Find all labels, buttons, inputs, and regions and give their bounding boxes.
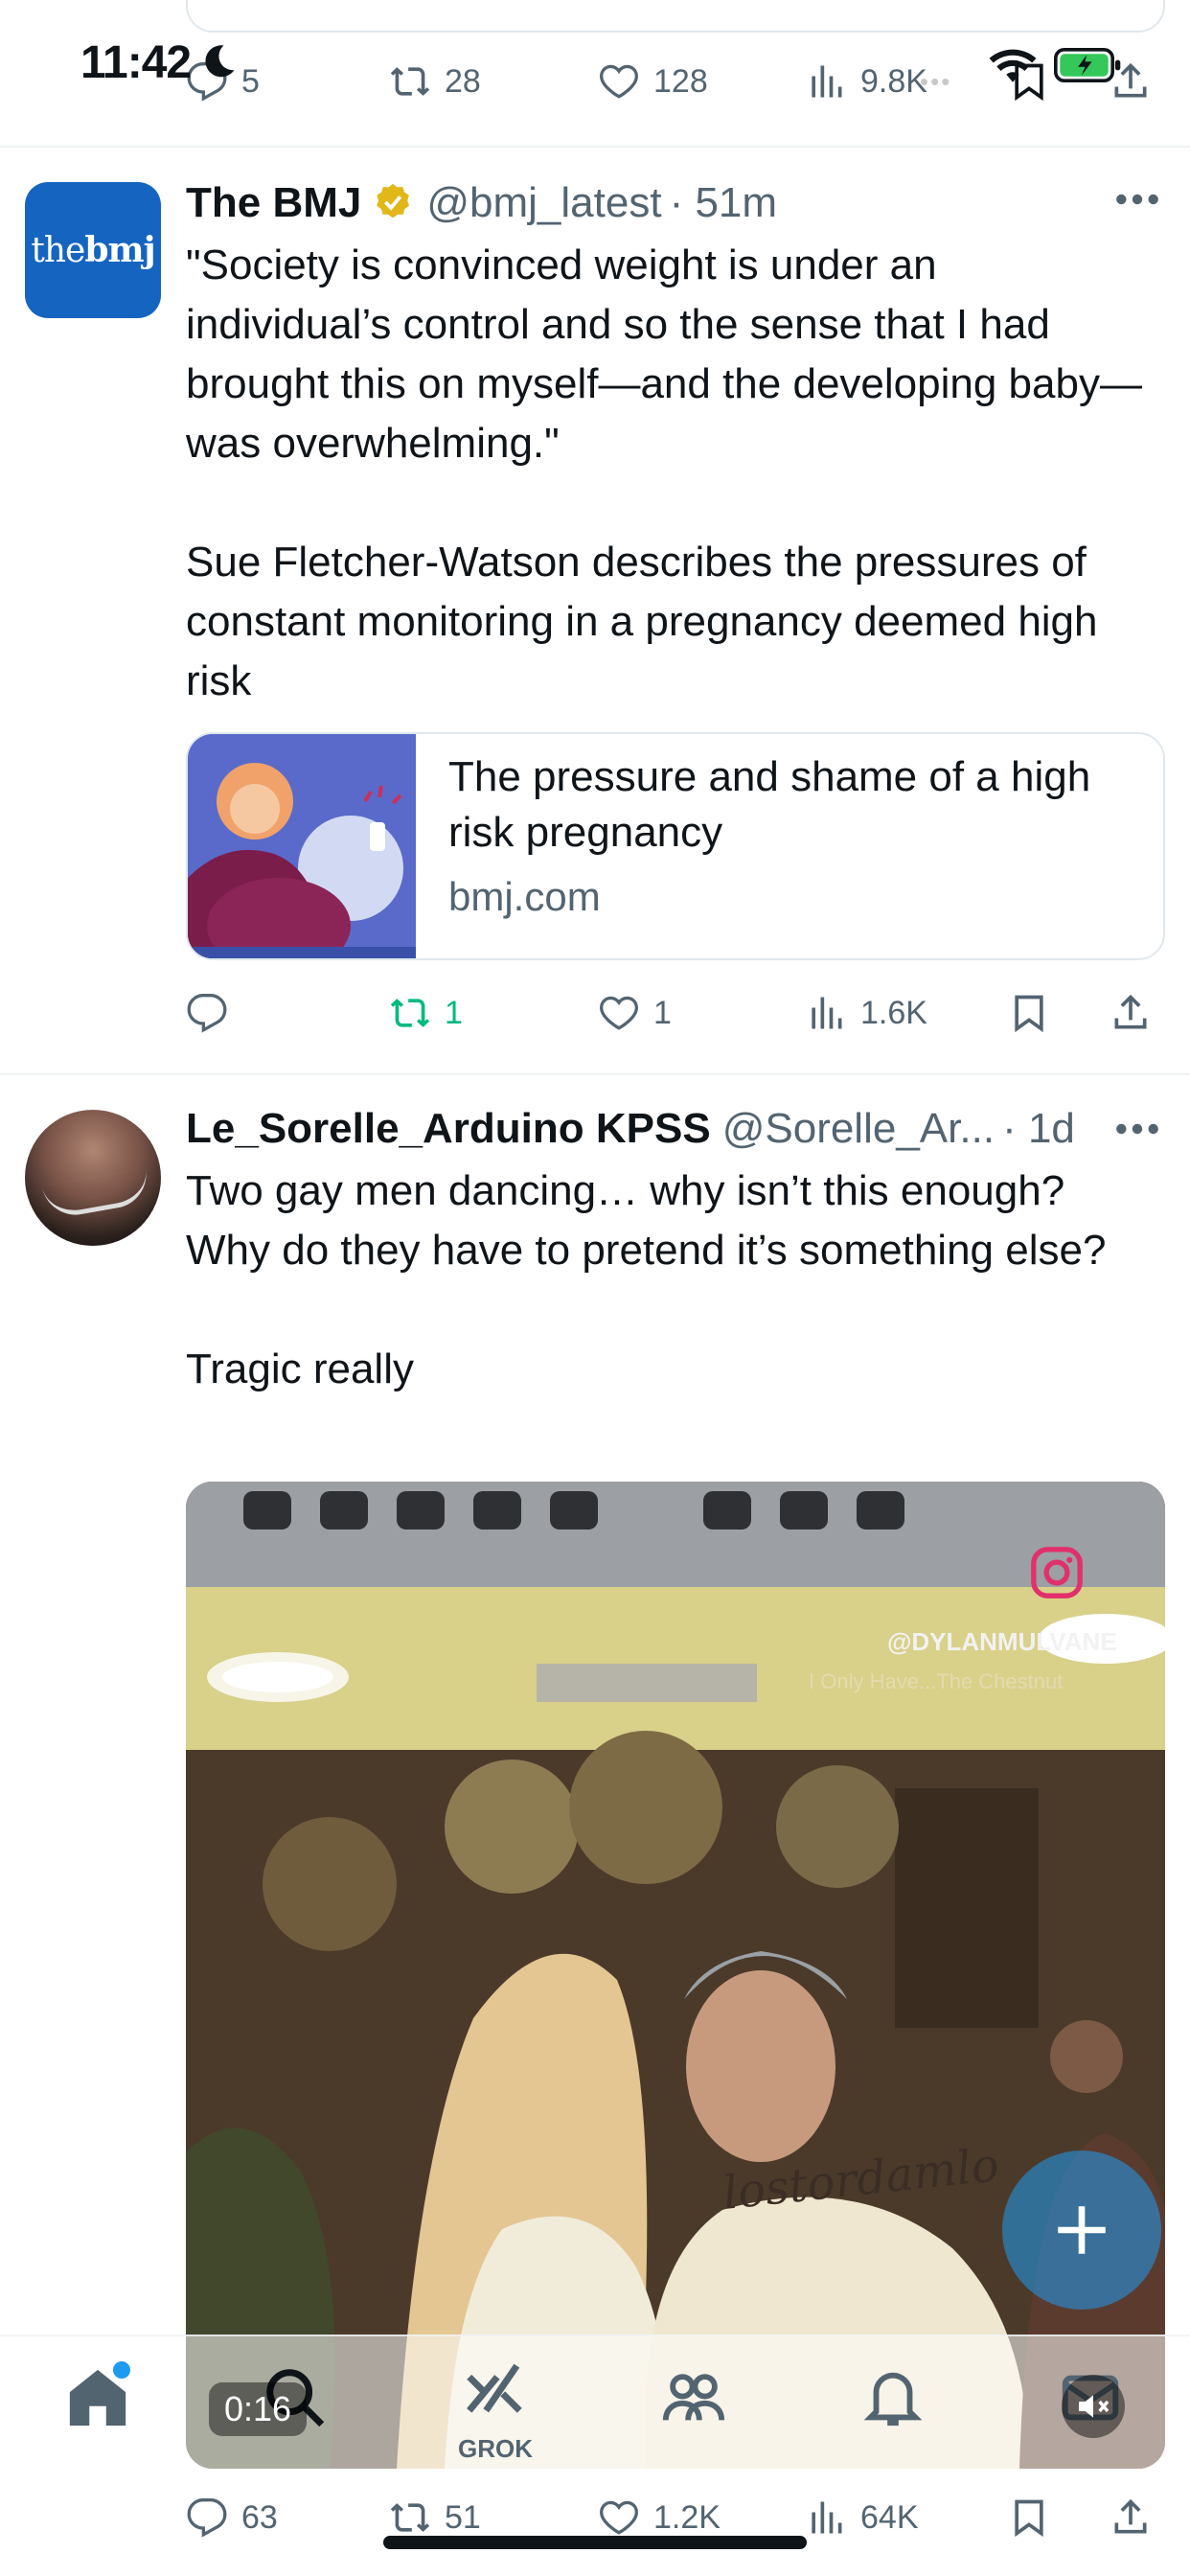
views-button[interactable]: 9.8K	[805, 48, 927, 115]
share-button[interactable]	[1110, 2484, 1152, 2551]
handle[interactable]: @Sorelle_Ar...	[722, 1105, 995, 1153]
video-time: 0:16	[209, 2382, 308, 2436]
grok-label: GROK	[458, 2434, 533, 2463]
bookmark-button[interactable]	[1008, 48, 1050, 115]
reply-button[interactable]: 5	[186, 48, 260, 115]
tweet-text: Two gay men dancing… why isn’t this enou…	[186, 1167, 1107, 1392]
reply-icon	[187, 2498, 227, 2538]
share-button[interactable]	[1110, 48, 1152, 115]
avatar[interactable]: thebmj	[25, 182, 161, 318]
share-icon	[1114, 62, 1147, 98]
views-button[interactable]: 64K	[805, 2484, 919, 2551]
repost-icon	[390, 999, 430, 1027]
views-count: 64K	[860, 2498, 919, 2536]
grok-icon	[467, 2363, 522, 2413]
like-count: 1	[653, 994, 672, 1031]
nav-notifications[interactable]	[853, 2358, 933, 2438]
repost-button[interactable]: 1	[389, 979, 463, 1046]
repost-count: 1	[445, 994, 463, 1031]
bookmark-icon	[1015, 63, 1043, 102]
views-count: 9.8K	[860, 62, 927, 100]
display-name[interactable]: The BMJ	[186, 179, 361, 227]
nav-communities[interactable]	[653, 2358, 734, 2438]
tweet-bmj[interactable]: thebmj The BMJ @bmj_latest · 51m "Societ…	[0, 148, 1190, 1075]
repost-count: 28	[445, 62, 481, 100]
more-options-icon[interactable]	[1113, 190, 1161, 209]
avatar[interactable]	[25, 1110, 161, 1246]
views-icon	[812, 997, 842, 1029]
like-button[interactable]: 128	[598, 48, 708, 115]
views-button[interactable]: 1.6K	[805, 979, 927, 1046]
tweet-header: The BMJ @bmj_latest · 51m	[186, 174, 777, 232]
views-count: 1.6K	[860, 994, 927, 1031]
video-player[interactable]: @DYLANMULVANE I Only Have...The Chestnut…	[186, 1482, 1165, 2469]
heart-icon	[600, 2500, 638, 2535]
card-domain: bmj.com	[448, 874, 601, 919]
repost-icon	[390, 2503, 430, 2532]
compose-button[interactable]	[1002, 2150, 1161, 2310]
share-icon	[1114, 2498, 1147, 2534]
share-icon	[1114, 994, 1147, 1029]
card-title: The pressure and shame of a high risk pr…	[448, 753, 1091, 856]
nav-grok[interactable]	[454, 2348, 535, 2428]
previous-tweet-actions: 5 28 128 9.8K	[186, 48, 1163, 115]
bookmark-icon	[1015, 2499, 1043, 2538]
heart-icon	[600, 996, 638, 1030]
reply-button[interactable]: 63	[186, 2484, 278, 2551]
reply-icon	[187, 994, 227, 1033]
heart-icon	[600, 64, 638, 99]
tweet-header: Le_Sorelle_Arduino KPSS @Sorelle_Ar... ·…	[186, 1100, 1075, 1158]
repost-icon	[390, 67, 430, 96]
repost-button[interactable]: 28	[389, 48, 481, 115]
timestamp: · 51m	[669, 179, 778, 226]
views-icon	[812, 2501, 842, 2534]
card-image	[188, 734, 416, 958]
link-card[interactable]: The pressure and shame of a high risk pr…	[186, 732, 1165, 960]
reply-icon	[187, 62, 227, 102]
views-icon	[812, 65, 842, 98]
plus-icon	[1058, 2206, 1106, 2254]
like-count: 128	[653, 62, 708, 100]
divider	[0, 1073, 1190, 1075]
video-watermark-handle: @DYLANMULVANE	[887, 1627, 1117, 1656]
mute-button[interactable]	[1062, 2375, 1125, 2438]
handle[interactable]: @bmj_latest	[426, 179, 661, 227]
display-name[interactable]: Le_Sorelle_Arduino KPSS	[186, 1105, 711, 1153]
previous-tweet-card-edge	[186, 0, 1165, 33]
bookmark-button[interactable]	[1008, 979, 1050, 1046]
avatar-text: thebmj	[31, 230, 155, 270]
timestamp: · 1d	[1002, 1105, 1075, 1152]
share-button[interactable]	[1110, 979, 1152, 1046]
home-notification-dot	[113, 2361, 130, 2379]
bookmark-icon	[1015, 995, 1043, 1033]
repost-count: 51	[445, 2498, 481, 2536]
bookmark-button[interactable]	[1008, 2484, 1050, 2551]
tweet-actions: 1 1 1.6K	[186, 979, 1163, 1046]
reply-button[interactable]	[186, 979, 241, 1046]
reply-count: 63	[241, 2498, 278, 2536]
video-song-caption: I Only Have...The Chestnut	[809, 1669, 1064, 1693]
bell-icon	[863, 2372, 923, 2426]
instagram-icon	[1031, 1547, 1083, 1598]
like-button[interactable]: 1	[598, 979, 672, 1046]
speaker-muted-icon	[1079, 2395, 1110, 2418]
communities-icon	[662, 2374, 725, 2421]
tweet-text: "Society is convinced weight is under an…	[186, 242, 1142, 704]
status-time: 11:42	[80, 37, 192, 88]
home-indicator	[383, 2536, 807, 2549]
reply-count: 5	[241, 62, 260, 100]
bottom-nav	[0, 2334, 1190, 2476]
like-count: 1.2K	[653, 2498, 721, 2536]
verified-badge-icon	[377, 183, 410, 218]
more-options-icon[interactable]	[1113, 1119, 1161, 1138]
